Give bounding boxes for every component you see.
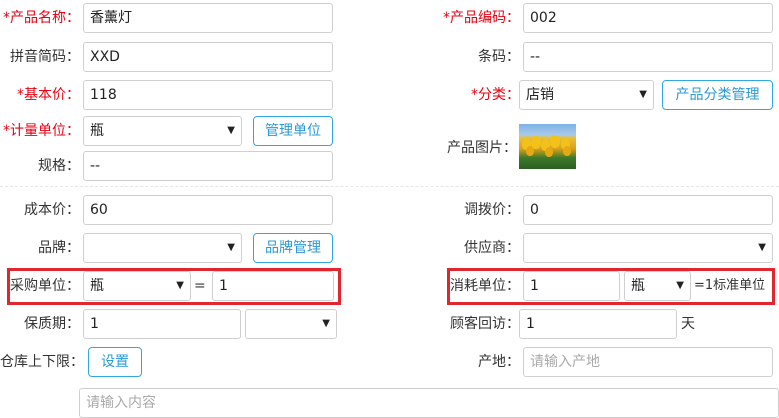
cost-price-label: 成本价： (24, 202, 80, 218)
barcode-label: 条码： (478, 49, 520, 65)
spec-input[interactable]: -- (83, 151, 333, 181)
shelf-life-input[interactable]: 1 (83, 309, 241, 339)
product-code-label: *产品编码： (443, 10, 520, 26)
caret-down-icon: ▼ (227, 242, 235, 253)
unit-label: *计量单位： (3, 123, 80, 139)
transfer-price-label: 调拨价： (464, 202, 520, 218)
caret-down-icon: ▼ (758, 242, 766, 253)
base-price-label: *基本价： (17, 87, 80, 103)
category-label: *分类： (471, 87, 520, 103)
product-image-label: 产品图片： (447, 140, 517, 156)
origin-input[interactable]: 请输入产地 (523, 347, 773, 377)
cost-price-input[interactable]: 60 (83, 195, 333, 225)
stock-limit-label: 仓库上下限： (0, 354, 84, 370)
caret-down-icon: ▼ (676, 280, 684, 291)
revisit-unit-label: 天 (681, 316, 695, 332)
brand-label: 品牌： (38, 240, 80, 256)
shelf-life-label: 保质期： (24, 316, 80, 332)
pinyin-code-label: 拼音简码： (10, 49, 80, 65)
purchase-unit-label: 采购单位： (10, 278, 80, 294)
product-name-label: *产品名称： (3, 10, 80, 26)
transfer-price-input[interactable]: 0 (523, 195, 773, 225)
revisit-label: 顾客回访： (450, 316, 520, 332)
consume-unit-suffix: =1标准单位 (694, 278, 766, 293)
manage-unit-button[interactable]: 管理单位 (253, 116, 333, 146)
pinyin-code-input[interactable]: XXD (83, 42, 333, 72)
origin-label: 产地： (478, 354, 520, 370)
stock-limit-set-button[interactable]: 设置 (88, 347, 142, 377)
product-name-input[interactable]: 香薰灯 (83, 3, 333, 33)
purchase-unit-equals: = (194, 278, 206, 294)
product-image-thumbnail[interactable] (519, 124, 576, 169)
product-code-input[interactable]: 002 (523, 3, 773, 33)
caret-down-icon: ▼ (176, 280, 184, 291)
barcode-input[interactable]: -- (523, 42, 773, 72)
consume-unit-qty-input[interactable]: 1 (523, 271, 620, 301)
caret-down-icon: ▼ (227, 125, 235, 136)
category-manage-button[interactable]: 产品分类管理 (662, 80, 773, 110)
consume-unit-label: 消耗单位： (450, 278, 520, 294)
content-textarea[interactable]: 请输入内容 (79, 388, 779, 418)
brand-select[interactable]: ▼ (83, 233, 242, 263)
brand-manage-button[interactable]: 品牌管理 (253, 233, 333, 263)
revisit-input[interactable]: 1 (519, 309, 677, 339)
caret-down-icon: ▼ (322, 318, 330, 329)
unit-select[interactable]: 瓶 ▼ (83, 116, 242, 146)
category-select[interactable]: 店销 ▼ (519, 80, 654, 110)
supplier-label: 供应商： (464, 240, 520, 256)
shelf-life-unit-select[interactable]: ▼ (245, 309, 337, 339)
spec-label: 规格： (38, 158, 80, 174)
consume-unit-select[interactable]: 瓶 ▼ (624, 271, 691, 301)
purchase-unit-qty-input[interactable]: 1 (212, 271, 334, 301)
supplier-select[interactable]: ▼ (523, 233, 773, 263)
caret-down-icon: ▼ (639, 89, 647, 100)
base-price-input[interactable]: 118 (83, 80, 333, 110)
section-divider (0, 186, 779, 187)
purchase-unit-select[interactable]: 瓶 ▼ (83, 271, 191, 301)
